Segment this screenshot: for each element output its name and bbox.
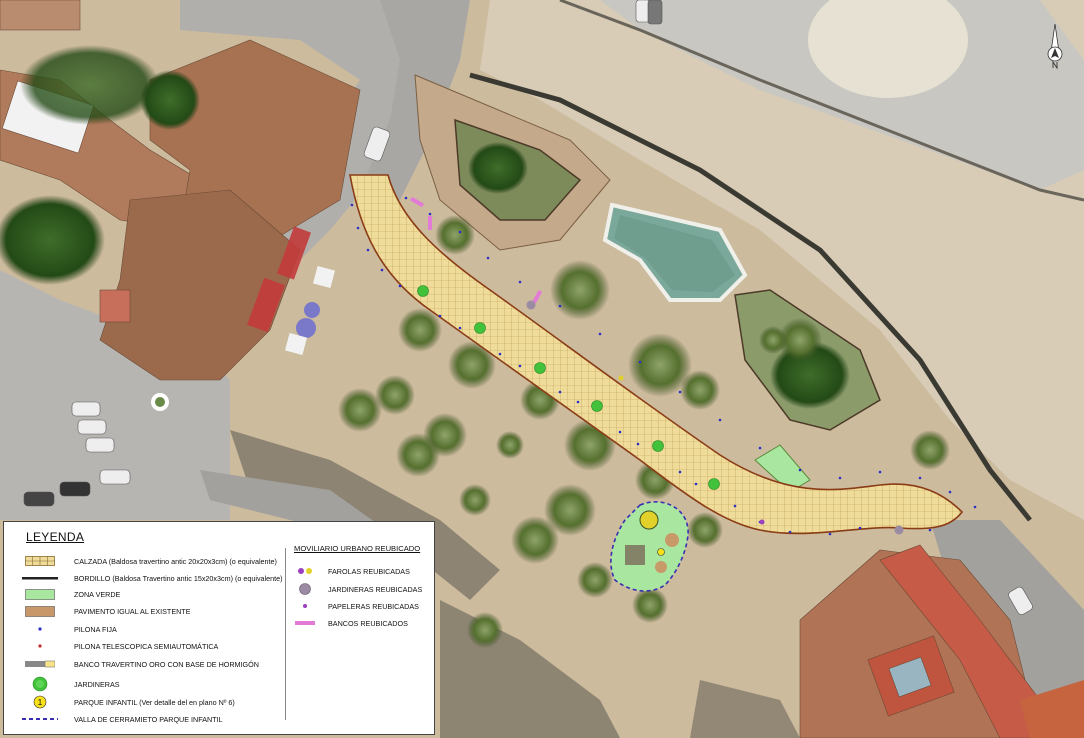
legend-item-label: ZONA VERDE: [74, 589, 121, 599]
playground-symbol-text: 1: [38, 698, 43, 707]
legend-item-label: JARDINERAS: [74, 679, 120, 689]
legend-item-telescopic-bollard: PILONA TELESCOPICA SEMIAUTOMÁTICA: [22, 638, 218, 654]
legend-item-label: BORDILLO (Baldosa Travertino antic 15x20…: [74, 573, 283, 583]
playground-icon: 1: [22, 695, 58, 709]
legend-item-playground: 1 PARQUE INFANTIL (Ver detalle del en pl…: [22, 694, 235, 710]
legend-item-label: PAVIMENTO IGUAL AL EXISTENTE: [74, 606, 191, 616]
legend-item-label: PAPELERAS REUBICADAS: [328, 601, 419, 611]
furniture-subtitle: MOVILIARIO URBANO REUBICADO: [294, 544, 421, 553]
relocated-bench-icon: [294, 616, 316, 630]
legend-item-relocated-benches: BANCOS REUBICADOS: [294, 615, 408, 631]
legend-divider: [285, 548, 286, 720]
legend-item-planter: JARDINERAS: [22, 676, 120, 692]
legend-item-label: FAROLAS REUBICADAS: [328, 566, 410, 576]
legend-panel: LEYENDA CALZADA (Baldosa travertino anti…: [3, 521, 435, 735]
legend-item-bench: BANCO TRAVERTINO ORO CON BASE DE HORMIGÓ…: [22, 656, 259, 672]
relocated-planter-icon: [294, 582, 316, 596]
legend-item-label: CALZADA (Baldosa travertino antic 20x20x…: [74, 556, 277, 566]
legend-item-paving: CALZADA (Baldosa travertino antic 20x20x…: [22, 553, 277, 569]
fixed-bollard-icon: [22, 622, 58, 636]
existing-pavement-icon: [22, 604, 58, 618]
streetlight-icon: [294, 564, 316, 578]
curb-line-icon: [22, 571, 58, 585]
legend-item-relocated-planters: JARDINERAS REUBICADAS: [294, 581, 422, 597]
legend-item-fixed-bollard: PILONA FIJA: [22, 621, 117, 637]
legend-title: LEYENDA: [26, 530, 85, 544]
legend-item-streetlights: FAROLAS REUBICADAS: [294, 563, 410, 579]
bin-icon: [294, 599, 316, 613]
green-zone-icon: [22, 587, 58, 601]
paving-grid-icon: [22, 554, 58, 568]
planter-icon: [22, 676, 58, 692]
legend-item-label: PARQUE INFANTIL (Ver detalle del en plan…: [74, 697, 235, 707]
legend-item-label: PILONA TELESCOPICA SEMIAUTOMÁTICA: [74, 641, 219, 651]
legend-item-curb: BORDILLO (Baldosa Travertino antic 15x20…: [22, 570, 283, 586]
legend-item-label: BANCO TRAVERTINO ORO CON BASE DE HORMIGÓ…: [74, 659, 259, 669]
legend-item-bins: PAPELERAS REUBICADAS: [294, 598, 419, 614]
legend-item-label: BANCOS REUBICADOS: [328, 618, 408, 628]
legend-item-green-zone: ZONA VERDE: [22, 586, 120, 602]
legend-item-label: PILONA FIJA: [74, 624, 117, 634]
north-arrow-icon: [1047, 23, 1063, 70]
telescopic-bollard-icon: [22, 639, 58, 653]
bench-icon: [22, 657, 58, 671]
legend-item-fence: VALLA DE CERRAMIETO PARQUE INFANTIL: [22, 711, 223, 727]
legend-item-existing-pavement: PAVIMENTO IGUAL AL EXISTENTE: [22, 603, 191, 619]
legend-item-label: VALLA DE CERRAMIETO PARQUE INFANTIL: [74, 714, 223, 724]
legend-item-label: JARDINERAS REUBICADAS: [328, 584, 423, 594]
fence-dashed-icon: [22, 712, 58, 726]
